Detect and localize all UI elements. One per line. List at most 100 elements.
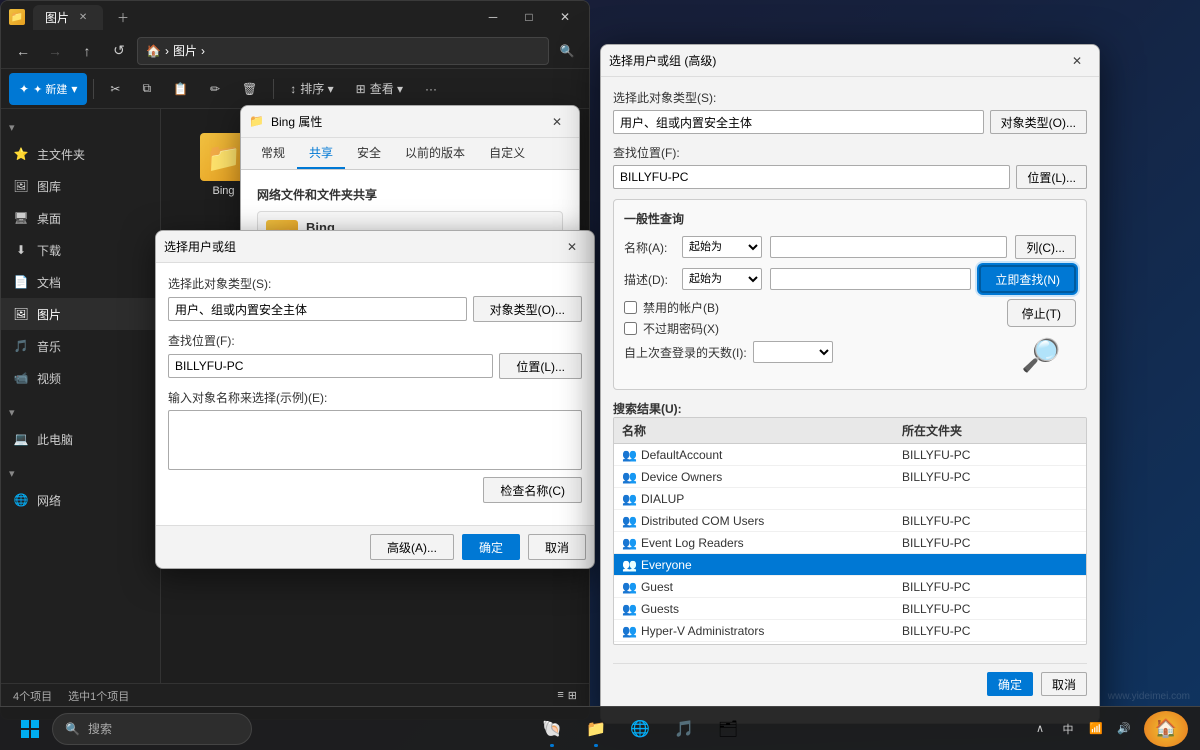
search-placeholder: 搜索 — [88, 720, 112, 737]
sidebar-item-network[interactable]: 🌐 网络 — [1, 484, 160, 516]
new-tab-btn[interactable]: ＋ — [111, 5, 135, 29]
back-btn[interactable]: ← — [9, 37, 37, 65]
adv-dialog-close[interactable]: ✕ — [1063, 50, 1091, 72]
taskbar-icon-0: 🐚 — [540, 717, 564, 741]
result-row-1[interactable]: 👥Device Owners BILLYFU-PC — [614, 466, 1086, 488]
cut-btn[interactable]: ✂ — [100, 73, 130, 105]
taskbar-app-1[interactable]: 📁 — [576, 709, 616, 749]
advanced-btn[interactable]: 高级(A)... — [370, 534, 454, 560]
object-type-btn[interactable]: 对象类型(O)... — [473, 296, 582, 322]
sidebar-item-videos[interactable]: 📹 视频 — [1, 362, 160, 394]
tray-lang[interactable]: 中 — [1056, 717, 1080, 741]
tray-volume[interactable]: 🔊 — [1112, 717, 1136, 741]
adv-location-input[interactable] — [613, 165, 1010, 189]
sidebar-item-documents[interactable]: 📄 文档 — [1, 266, 160, 298]
search-btn[interactable]: 🔍 — [553, 37, 581, 65]
result-row-8[interactable]: 👥Hyper-V Administrators BILLYFU-PC — [614, 620, 1086, 642]
adv-object-type-btn[interactable]: 对象类型(O)... — [990, 110, 1087, 134]
sidebar-group-2[interactable]: ▾ — [1, 402, 160, 423]
select-user-small-buttons: 高级(A)... 确定 取消 — [156, 525, 594, 568]
tray-wifi[interactable]: 📶 — [1084, 717, 1108, 741]
location-label: 查找位置(F): — [168, 332, 582, 349]
result-row-4[interactable]: 👥Event Log Readers BILLYFU-PC — [614, 532, 1086, 554]
adv-object-type-input[interactable] — [613, 110, 984, 134]
adv-cancel-btn[interactable]: 取消 — [1041, 672, 1087, 696]
ok-btn[interactable]: 确定 — [462, 534, 520, 560]
refresh-btn[interactable]: ↺ — [105, 37, 133, 65]
adv-location-row: 位置(L)... — [613, 165, 1087, 189]
bing-props-close[interactable]: ✕ — [543, 111, 571, 133]
result-row-7[interactable]: 👥Guests BILLYFU-PC — [614, 598, 1086, 620]
more-btn[interactable]: ··· — [415, 73, 447, 105]
adv-location-btn[interactable]: 位置(L)... — [1016, 165, 1087, 189]
sidebar-item-thispc[interactable]: 💻 此电脑 — [1, 423, 160, 455]
adv-ok-btn[interactable]: 确定 — [987, 672, 1033, 696]
sidebar-item-gallery[interactable]: 🖼 图库 — [1, 170, 160, 202]
name-value-input[interactable] — [770, 236, 1007, 258]
close-btn[interactable]: ✕ — [549, 5, 581, 29]
tab-general[interactable]: 常规 — [249, 138, 297, 169]
result-row-2[interactable]: 👥DIALUP — [614, 488, 1086, 510]
days-select[interactable] — [753, 341, 833, 363]
new-btn[interactable]: ✦ ✦ 新建 ▾ — [9, 73, 87, 105]
desc-condition-select[interactable]: 起始为 — [682, 268, 762, 290]
list-view-btn[interactable]: ≡ — [557, 689, 563, 702]
taskbar-app-0[interactable]: 🐚 — [532, 709, 572, 749]
minimize-btn[interactable]: ─ — [477, 5, 509, 29]
sidebar-item-downloads[interactable]: ⬇ 下载 — [1, 234, 160, 266]
view-btn[interactable]: ⊞ 查看 ▾ — [346, 73, 413, 105]
search-now-btn[interactable]: 立即查找(N) — [979, 265, 1076, 293]
sidebar-item-home[interactable]: ⭐ 主文件夹 — [1, 138, 160, 170]
object-type-row: 对象类型(O)... — [168, 296, 582, 322]
up-btn[interactable]: ↑ — [73, 37, 101, 65]
paste-btn[interactable]: 📋 — [163, 73, 198, 105]
taskbar-app-2[interactable]: 🌐 — [620, 709, 660, 749]
tray-expand-btn[interactable]: ∧ — [1028, 717, 1052, 741]
tab-customize[interactable]: 自定义 — [477, 138, 537, 169]
result-row-0[interactable]: 👥DefaultAccount BILLYFU-PC — [614, 444, 1086, 466]
result-row-3[interactable]: 👥Distributed COM Users BILLYFU-PC — [614, 510, 1086, 532]
tab-share[interactable]: 共享 — [297, 138, 345, 169]
result-row-9[interactable]: 👥IIS_IUSRS — [614, 642, 1086, 644]
check-name-btn[interactable]: 检查名称(C) — [483, 477, 582, 503]
sidebar-group-1[interactable]: ▾ — [1, 117, 160, 138]
result-row-6[interactable]: 👥Guest BILLYFU-PC — [614, 576, 1086, 598]
sidebar-item-pictures[interactable]: 🖼 图片 — [1, 298, 160, 330]
location-btn[interactable]: 位置(L)... — [499, 353, 582, 379]
adv-object-type-label: 选择此对象类型(S): — [613, 89, 1087, 106]
desc-value-input[interactable] — [770, 268, 971, 290]
name-condition-select[interactable]: 起始为 — [682, 236, 762, 258]
address-bar[interactable]: 🏠 › 图片 › — [137, 37, 549, 65]
delete-btn[interactable]: 🗑 — [232, 73, 267, 105]
tab-close-btn[interactable]: ✕ — [75, 9, 91, 25]
location-input[interactable] — [168, 354, 493, 378]
object-name-textarea[interactable] — [168, 410, 582, 470]
result-row-5[interactable]: 👥Everyone — [614, 554, 1086, 576]
taskbar-icon-4: 🗂 — [716, 717, 740, 741]
no-expire-checkbox[interactable] — [624, 322, 637, 335]
tab-previous[interactable]: 以前的版本 — [393, 138, 477, 169]
taskbar-app-4[interactable]: 🗂 — [708, 709, 748, 749]
tab-security[interactable]: 安全 — [345, 138, 393, 169]
copy-btn[interactable]: ⧉ — [132, 73, 161, 105]
stop-btn[interactable]: 停止(T) — [1007, 299, 1076, 327]
disabled-accounts-checkbox[interactable] — [624, 301, 637, 314]
taskbar-search-bar[interactable]: 🔍 搜索 — [52, 713, 252, 745]
cancel-btn[interactable]: 取消 — [528, 534, 586, 560]
object-type-input[interactable] — [168, 297, 467, 321]
adv-location-label: 查找位置(F): — [613, 144, 1087, 161]
sidebar-item-desktop[interactable]: 🖥 桌面 — [1, 202, 160, 234]
result-name-4: 👥Event Log Readers — [614, 534, 894, 552]
taskbar-app-3[interactable]: 🎵 — [664, 709, 704, 749]
maximize-btn[interactable]: □ — [513, 5, 545, 29]
sidebar-item-music[interactable]: 🎵 音乐 — [1, 330, 160, 362]
rename-btn[interactable]: ✏ — [200, 73, 230, 105]
columns-btn[interactable]: 列(C)... — [1015, 235, 1076, 259]
sidebar-group-3[interactable]: ▾ — [1, 463, 160, 484]
start-btn[interactable] — [12, 711, 48, 747]
grid-view-btn[interactable]: ⊞ — [568, 689, 577, 702]
group-icon-0: 👥 — [622, 448, 637, 462]
select-user-small-close[interactable]: ✕ — [558, 236, 586, 258]
explorer-tab-active[interactable]: 图片 ✕ — [33, 5, 103, 30]
sort-btn[interactable]: ↕ 排序 ▾ — [280, 73, 343, 105]
